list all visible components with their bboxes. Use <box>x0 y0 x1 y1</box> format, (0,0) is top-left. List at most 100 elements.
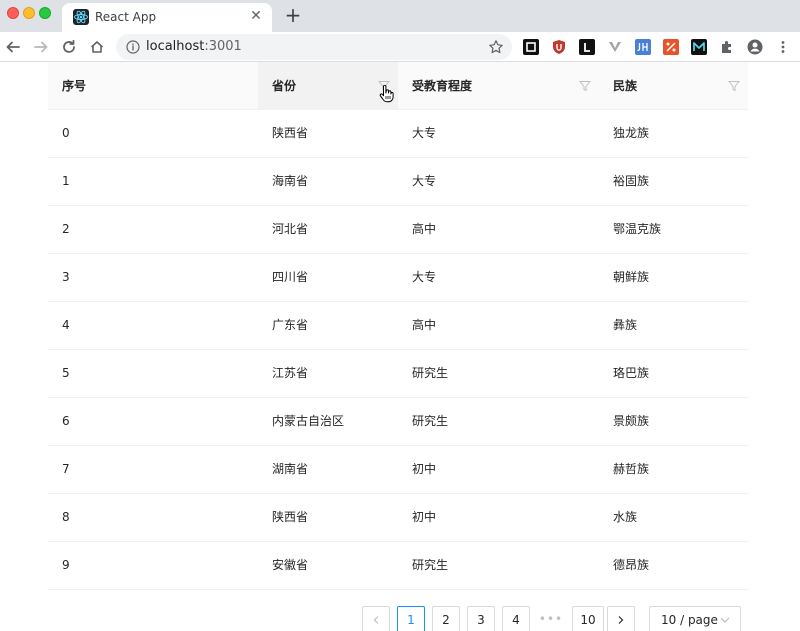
cell-education: 高中 <box>412 318 437 332</box>
new-tab-plus-icon[interactable]: + <box>282 4 304 26</box>
browser-menu-icon[interactable] <box>775 39 791 55</box>
extension-percent-icon[interactable] <box>663 39 679 55</box>
url-port: :3001 <box>204 39 242 54</box>
url-host: localhost <box>146 39 205 54</box>
tab-close-icon[interactable]: ✕ <box>248 8 264 24</box>
close-window-button[interactable] <box>7 7 19 19</box>
tab-title: React App <box>95 10 157 24</box>
table-row: 0 陕西省 大专 独龙族 <box>48 110 748 158</box>
reload-icon[interactable] <box>58 36 80 58</box>
cell-province: 广东省 <box>272 318 309 332</box>
cell-ethnicity: 赫哲族 <box>613 462 650 476</box>
table-row: 1 海南省 大专 裕固族 <box>48 158 748 206</box>
cell-province: 安徽省 <box>272 558 309 572</box>
cell-index: 3 <box>62 270 70 284</box>
cell-education: 研究生 <box>412 558 449 572</box>
cell-index: 0 <box>62 126 70 140</box>
chevron-down-icon <box>720 617 730 623</box>
extension-ublock-icon[interactable] <box>551 39 567 55</box>
cell-ethnicity: 珞巴族 <box>613 366 650 380</box>
column-header-label: 民族 <box>613 79 638 93</box>
cell-education: 初中 <box>412 510 437 524</box>
cell-ethnicity: 独龙族 <box>613 126 650 140</box>
browser-tab-strip: React App ✕ + <box>0 0 800 32</box>
address-bar[interactable]: localhost:3001 <box>116 34 512 60</box>
react-logo-icon <box>73 9 89 25</box>
cell-province: 湖南省 <box>272 462 309 476</box>
extensions-puzzle-icon[interactable] <box>719 39 735 55</box>
cell-province: 江苏省 <box>272 366 309 380</box>
page-ellipsis[interactable]: ••• <box>537 606 565 631</box>
cell-education: 大专 <box>412 126 437 140</box>
column-header-index: 序号 <box>48 62 258 110</box>
cell-ethnicity: 鄂温克族 <box>613 222 662 236</box>
cell-ethnicity: 景颇族 <box>613 414 650 428</box>
data-table: 序号 省份 受教育程度 民族 0 陕西省 大专 独龙族 1 海南省 大专 裕固族… <box>48 62 748 590</box>
cell-index: 9 <box>62 558 70 572</box>
extension-square-icon[interactable] <box>523 39 539 55</box>
table-row: 2 河北省 高中 鄂温克族 <box>48 206 748 254</box>
column-header-label: 省份 <box>272 79 297 93</box>
bookmark-star-icon[interactable] <box>488 39 504 55</box>
filter-icon[interactable] <box>579 80 591 92</box>
table-row: 9 安徽省 研究生 德昂族 <box>48 542 748 590</box>
cell-index: 4 <box>62 318 70 332</box>
table-header: 序号 省份 受教育程度 民族 <box>48 62 748 110</box>
back-arrow-icon[interactable] <box>2 36 24 58</box>
cell-education: 高中 <box>412 222 437 236</box>
cell-index: 8 <box>62 510 70 524</box>
table-row: 4 广东省 高中 彝族 <box>48 302 748 350</box>
table-body: 0 陕西省 大专 独龙族 1 海南省 大专 裕固族 2 河北省 高中 鄂温克族 … <box>48 110 748 590</box>
filter-icon[interactable] <box>728 80 740 92</box>
cell-education: 初中 <box>412 462 437 476</box>
page-4-button[interactable]: 4 <box>502 606 530 631</box>
page-3-button[interactable]: 3 <box>467 606 495 631</box>
page-2-button[interactable]: 2 <box>432 606 460 631</box>
cell-ethnicity: 裕固族 <box>613 174 650 188</box>
site-info-icon[interactable] <box>126 40 140 54</box>
cell-education: 大专 <box>412 174 437 188</box>
table-row: 7 湖南省 初中 赫哲族 <box>48 446 748 494</box>
page-1-button[interactable]: 1 <box>397 606 425 631</box>
extension-v-icon[interactable] <box>607 39 623 55</box>
column-header-label: 序号 <box>62 79 87 93</box>
table-row: 5 江苏省 研究生 珞巴族 <box>48 350 748 398</box>
column-header-education: 受教育程度 <box>398 62 599 110</box>
cell-index: 5 <box>62 366 70 380</box>
maximize-window-button[interactable] <box>39 7 51 19</box>
next-page-button[interactable] <box>607 606 635 631</box>
table-row: 3 四川省 大专 朝鲜族 <box>48 254 748 302</box>
extension-m-icon[interactable] <box>691 39 707 55</box>
forward-arrow-icon[interactable] <box>30 36 52 58</box>
filter-icon[interactable] <box>378 80 390 92</box>
profile-avatar-icon[interactable] <box>747 39 763 55</box>
table-row: 8 陕西省 初中 水族 <box>48 494 748 542</box>
cell-ethnicity: 朝鲜族 <box>613 270 650 284</box>
table-row: 6 内蒙古自治区 研究生 景颇族 <box>48 398 748 446</box>
browser-tab[interactable]: React App ✕ <box>62 3 272 32</box>
cell-province: 河北省 <box>272 222 309 236</box>
extension-l-icon[interactable] <box>579 39 595 55</box>
home-icon[interactable] <box>86 36 108 58</box>
cell-ethnicity: 德昂族 <box>613 558 650 572</box>
cell-index: 7 <box>62 462 70 476</box>
browser-toolbar: localhost:3001 <box>0 32 800 62</box>
cell-education: 大专 <box>412 270 437 284</box>
cell-education: 研究生 <box>412 414 449 428</box>
page-size-select[interactable]: 10 / page <box>649 606 741 631</box>
cell-index: 2 <box>62 222 70 236</box>
page-content: 序号 省份 受教育程度 民族 0 陕西省 大专 独龙族 1 海南省 大专 裕固族… <box>0 62 800 631</box>
cell-ethnicity: 水族 <box>613 510 638 524</box>
page-10-button[interactable]: 10 <box>572 606 604 631</box>
page-size-value: 10 / page <box>661 613 718 627</box>
column-header-label: 受教育程度 <box>412 79 473 93</box>
cell-province: 四川省 <box>272 270 309 284</box>
minimize-window-button[interactable] <box>23 7 35 19</box>
url-text: localhost:3001 <box>146 39 242 54</box>
cell-province: 陕西省 <box>272 126 309 140</box>
cell-education: 研究生 <box>412 366 449 380</box>
prev-page-button[interactable] <box>362 606 390 631</box>
column-header-province: 省份 <box>258 62 398 110</box>
extension-jh-icon[interactable] <box>635 39 651 55</box>
cell-province: 海南省 <box>272 174 309 188</box>
